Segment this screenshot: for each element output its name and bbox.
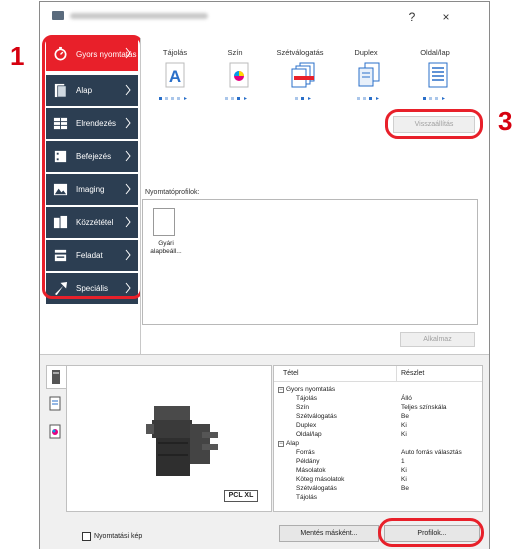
table-row: Másolatok Ki — [296, 467, 407, 474]
table-row: Példány 1 — [296, 458, 405, 465]
pages-per-sheet-icon[interactable] — [428, 62, 448, 88]
preview-tabs — [46, 365, 66, 459]
portrait-a-icon[interactable]: A — [165, 62, 185, 88]
column-header: Oldal/lap — [420, 48, 450, 57]
column-header: Szín — [227, 48, 243, 57]
quick-print-panel: Tájolás Szín Szétválogatás Duplex Oldal/… — [140, 38, 485, 354]
options-dots[interactable] — [295, 97, 325, 101]
profiles-list: Gyári alapbeáll... — [142, 199, 478, 325]
printer-icon — [52, 370, 60, 384]
options-dots[interactable] — [357, 97, 387, 101]
printer-app-icon — [52, 11, 64, 20]
tab-color-preview[interactable] — [46, 421, 66, 445]
group-label: Alap — [286, 440, 300, 447]
checkbox-box[interactable] — [82, 532, 91, 541]
profiles-highlight — [378, 518, 484, 547]
page-icon — [49, 396, 61, 411]
table-row: Tájolás Álló — [296, 395, 412, 402]
help-button[interactable]: ? — [400, 8, 424, 26]
print-preferences-dialog: ? × Gyors nyomtatás Alap Elrendezés Befe… — [39, 1, 490, 549]
column-header-detail: Részlet — [401, 370, 425, 377]
group-row[interactable]: − Alap — [274, 440, 482, 449]
svg-text:A: A — [169, 67, 181, 86]
profiles-label: Nyomtatóprofilok: — [145, 189, 200, 196]
settings-details-table: Tétel Részlet − Gyors nyomtatás Tájolás Á… — [273, 365, 483, 512]
checkbox-label: Nyomtatási kép — [94, 533, 143, 540]
table-row: Szétválogatás Be — [296, 413, 409, 420]
table-row: Tájolás — [296, 494, 317, 501]
options-dots[interactable] — [423, 97, 453, 101]
tab-printer-preview[interactable] — [46, 365, 66, 389]
table-header: Tétel Részlet — [274, 366, 482, 382]
table-row: Szétválogatás Be — [296, 485, 409, 492]
profile-document-icon[interactable] — [153, 208, 175, 236]
table-row: Duplex Ki — [296, 422, 407, 429]
duplex-icon[interactable] — [358, 62, 380, 88]
printer-preview-pane: PCL XL — [66, 365, 272, 512]
color-icon[interactable] — [229, 62, 249, 88]
profile-item-label[interactable]: Gyári alapbeáll... — [145, 240, 187, 256]
table-row: Köteg másolatok Ki — [296, 476, 407, 483]
group-row[interactable]: − Gyors nyomtatás — [274, 386, 482, 395]
column-header-item: Tétel — [283, 370, 299, 377]
group-label: Gyors nyomtatás — [286, 386, 336, 393]
tab-page-preview[interactable] — [46, 393, 66, 417]
color-page-icon — [49, 424, 61, 439]
print-image-checkbox[interactable]: Nyomtatási kép — [82, 532, 142, 541]
column-header: Tájolás — [162, 48, 188, 57]
collate-icon[interactable] — [291, 62, 317, 90]
window-title-blurred — [70, 13, 208, 19]
column-header: Szétválogatás — [276, 48, 324, 57]
collapse-icon[interactable]: − — [278, 441, 284, 447]
save-as-button[interactable]: Mentés másként... — [279, 525, 379, 542]
table-row: Forrás Auto forrás választás — [296, 449, 462, 456]
table-row: Szín Teljes színskála — [296, 404, 447, 411]
sidebar-highlight — [42, 35, 143, 299]
title-bar: ? × — [40, 2, 489, 30]
close-button[interactable]: × — [434, 8, 458, 26]
table-row: Oldal/lap Ki — [296, 431, 407, 438]
column-header: Duplex — [354, 48, 378, 57]
callout-3: 3 — [498, 106, 513, 136]
callout-1: 1 — [10, 41, 25, 71]
pcl-xl-badge: PCL XL — [224, 490, 258, 502]
options-dots[interactable] — [225, 97, 255, 101]
options-dots[interactable] — [159, 97, 189, 101]
reset-highlight — [385, 109, 483, 139]
collapse-icon[interactable]: − — [278, 387, 284, 393]
printer-image — [146, 406, 218, 476]
apply-button[interactable]: Alkalmaz — [400, 332, 475, 347]
